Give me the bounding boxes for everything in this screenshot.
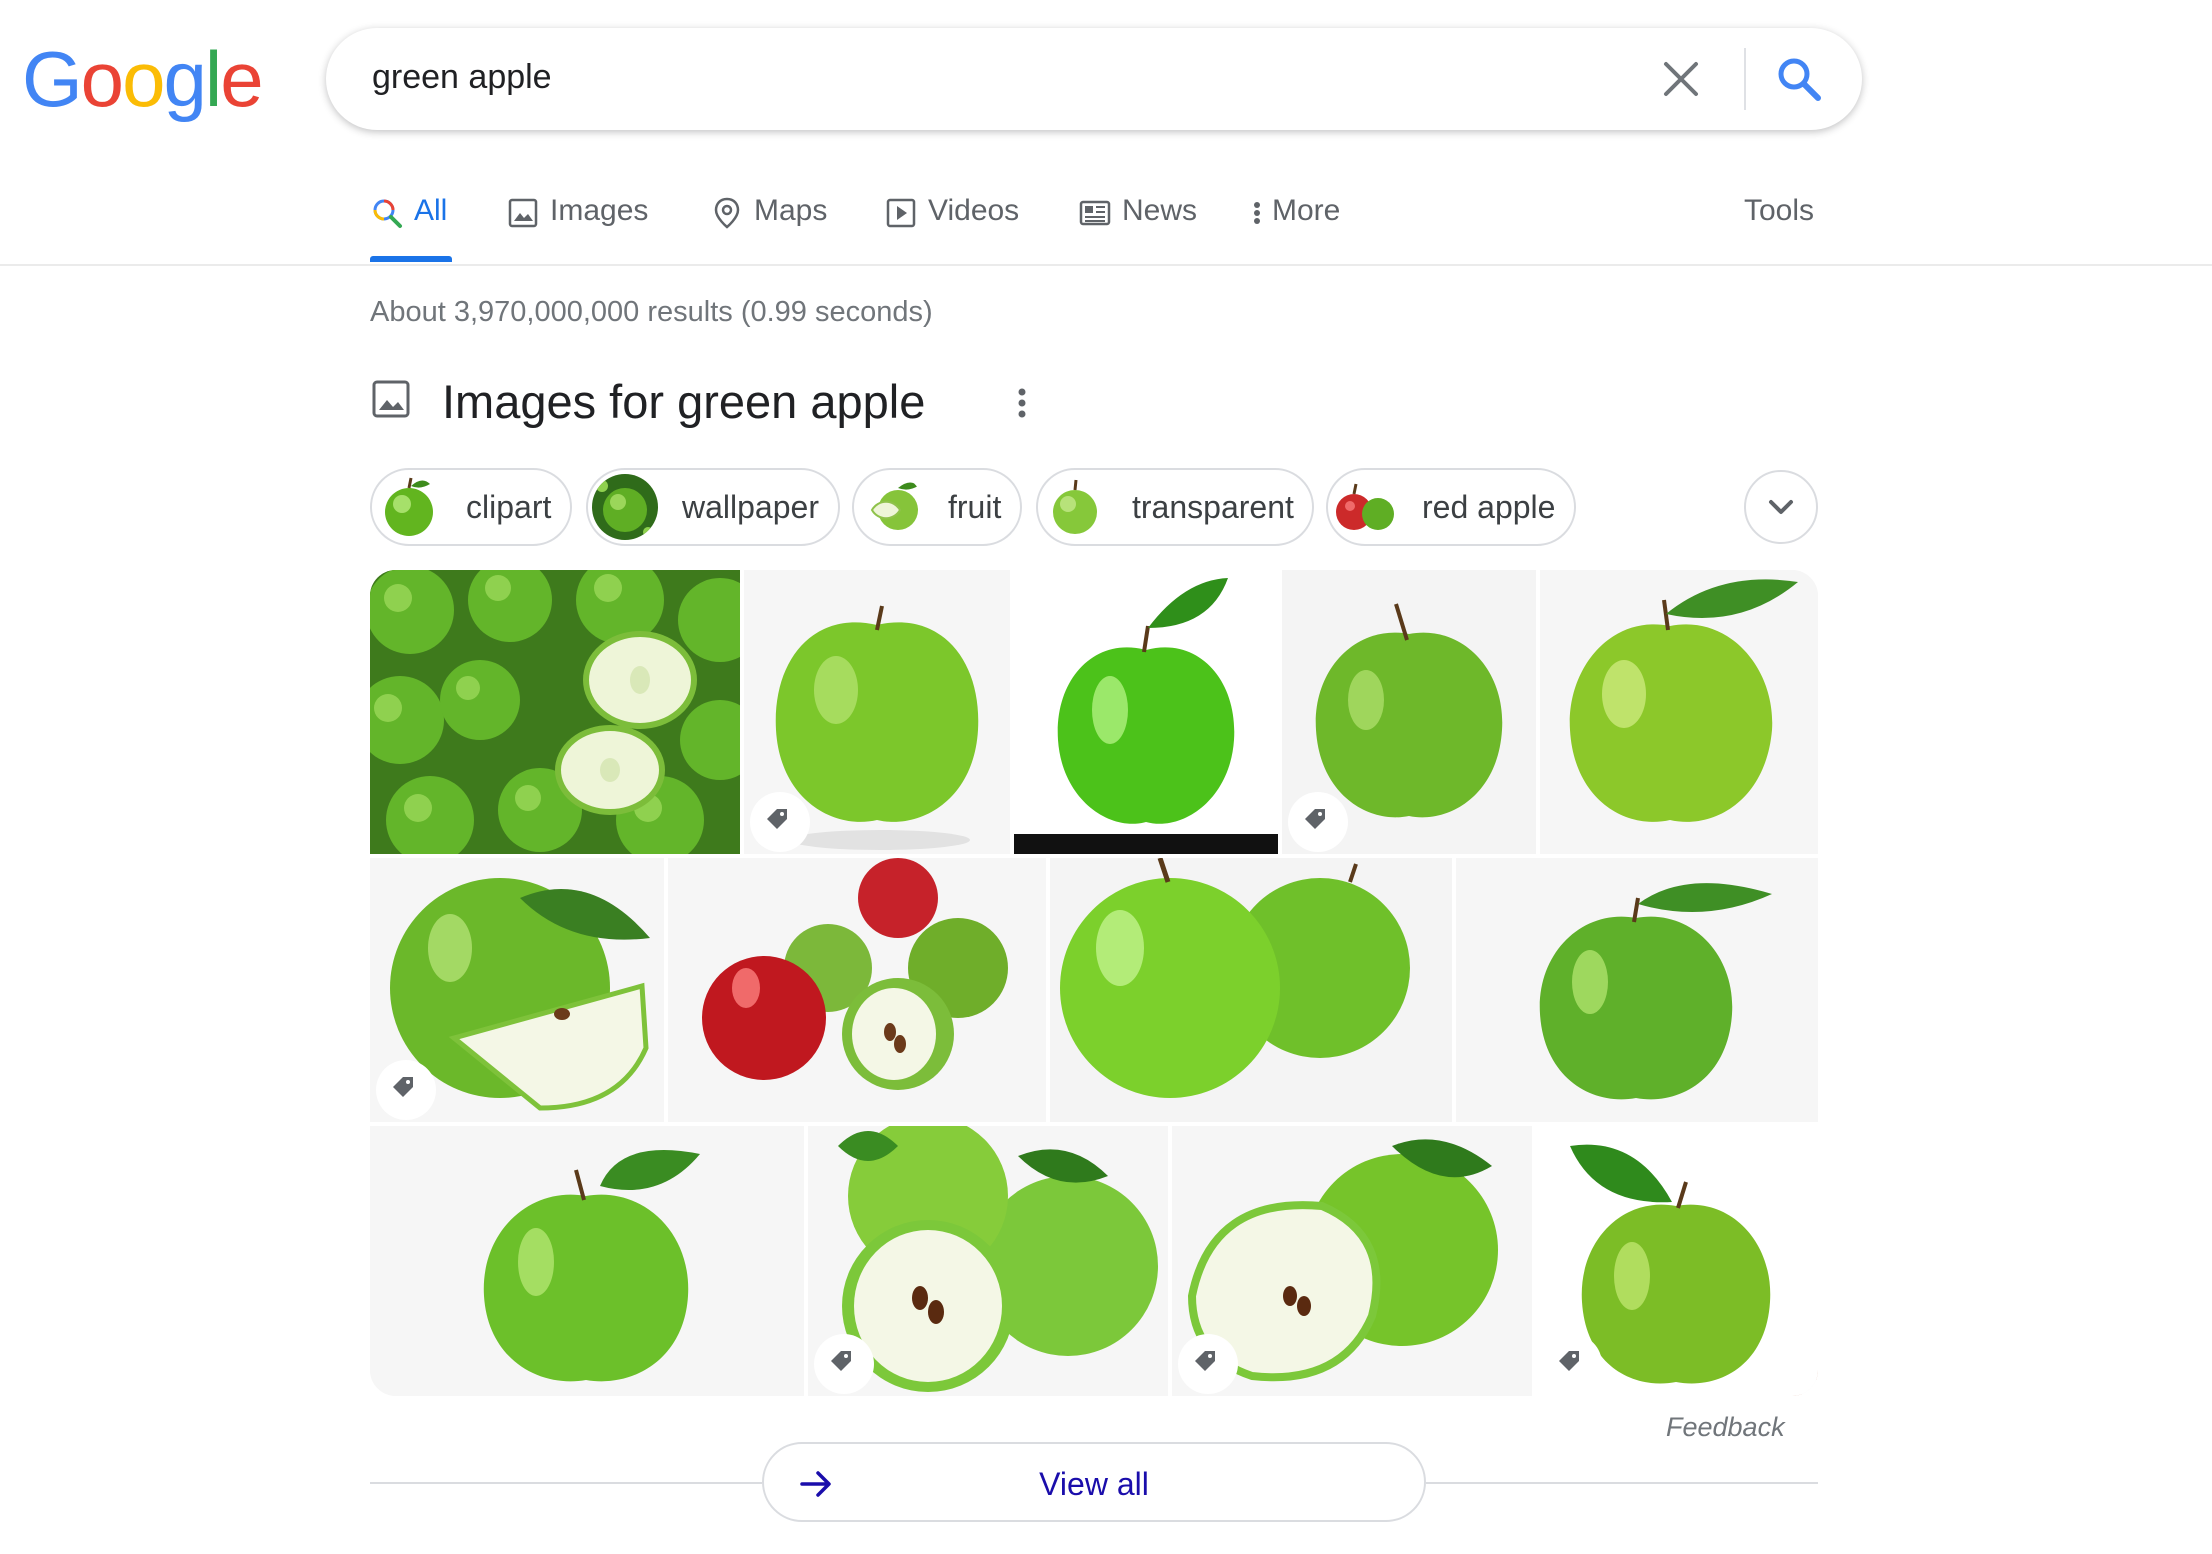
image-results-grid — [370, 570, 1818, 1396]
image-result[interactable] — [1456, 858, 1818, 1122]
chip-thumbnail — [858, 474, 924, 540]
chevron-down-icon — [1769, 500, 1793, 514]
image-result[interactable] — [668, 858, 1046, 1122]
logo-letter: l — [204, 35, 222, 123]
result-stats: About 3,970,000,000 results (0.99 second… — [370, 296, 933, 328]
map-pin-icon — [714, 197, 740, 229]
image-icon — [508, 198, 538, 228]
tab-videos[interactable]: Videos — [884, 194, 1019, 264]
chip-clipart[interactable]: clipart — [370, 468, 572, 546]
logo-letter: o — [122, 35, 165, 123]
newspaper-icon — [1079, 200, 1111, 226]
search-input[interactable]: green apple — [372, 58, 552, 97]
view-all-button[interactable]: View all — [762, 1442, 1426, 1522]
logo-letter: g — [163, 35, 206, 123]
product-tag-badge — [750, 792, 810, 852]
tag-icon — [831, 1351, 851, 1371]
image-result[interactable] — [1540, 570, 1818, 854]
image-result[interactable] — [1050, 858, 1452, 1122]
tools-button[interactable]: Tools — [1744, 194, 1814, 264]
search-icon — [1778, 58, 1821, 101]
play-icon — [886, 198, 916, 228]
tab-maps[interactable]: Maps — [710, 194, 827, 264]
product-tag-badge — [814, 1334, 874, 1394]
product-tag-badge — [1178, 1334, 1238, 1394]
feedback-link[interactable]: Feedback — [1666, 1412, 1785, 1443]
more-vert-icon — [1254, 202, 1260, 224]
image-result[interactable] — [370, 858, 664, 1122]
tag-icon — [1559, 1351, 1579, 1371]
chip-thumbnail — [376, 474, 442, 540]
tag-icon — [767, 809, 787, 829]
close-icon — [1664, 62, 1698, 96]
images-section-title: Images for green apple — [442, 375, 926, 428]
active-tab-indicator — [370, 256, 452, 262]
search-box[interactable]: green apple — [326, 28, 1862, 130]
tab-label: Maps — [754, 194, 828, 227]
chip-wallpaper[interactable]: wallpaper — [586, 468, 840, 546]
image-result[interactable] — [744, 570, 1010, 854]
chip-label: wallpaper — [682, 488, 819, 525]
divider-line — [370, 1482, 762, 1484]
chip-label: transparent — [1132, 488, 1294, 525]
view-all-label: View all — [1039, 1466, 1149, 1502]
product-tag-badge — [1288, 792, 1348, 852]
chip-thumbnail — [592, 474, 658, 540]
chip-fruit[interactable]: fruit — [852, 468, 1022, 546]
chip-label: fruit — [948, 488, 1002, 525]
product-tag-badge — [1542, 1334, 1602, 1394]
tab-images[interactable]: Images — [506, 194, 648, 264]
image-result[interactable] — [370, 1126, 804, 1396]
tools-label: Tools — [1744, 194, 1815, 227]
image-result[interactable] — [1014, 570, 1278, 854]
clear-search-button[interactable] — [1660, 58, 1702, 100]
search-divider — [1744, 48, 1746, 110]
search-button[interactable] — [1774, 54, 1824, 104]
product-tag-badge — [376, 1060, 436, 1120]
tag-icon — [393, 1077, 413, 1097]
tab-news[interactable]: News — [1078, 194, 1197, 264]
chip-thumbnail — [1042, 474, 1108, 540]
tag-icon — [1195, 1351, 1215, 1371]
expand-chips-button[interactable] — [1744, 470, 1818, 544]
google-logo[interactable]: Google — [22, 35, 264, 123]
image-result[interactable] — [1282, 570, 1536, 854]
image-result[interactable] — [1172, 1126, 1532, 1396]
search-icon — [373, 199, 402, 228]
logo-letter: o — [80, 35, 124, 123]
image-result[interactable] — [808, 1126, 1168, 1396]
tab-more[interactable]: More — [1250, 194, 1340, 264]
divider-line — [1426, 1482, 1818, 1484]
tab-label: Images — [550, 194, 649, 227]
tab-label: News — [1122, 194, 1198, 227]
tab-label: All — [414, 194, 448, 227]
image-result[interactable] — [1536, 1126, 1818, 1396]
logo-letter: e — [220, 35, 263, 123]
image-icon — [372, 380, 410, 418]
chip-red-apple[interactable]: red apple — [1326, 468, 1576, 546]
more-options-icon[interactable] — [1010, 386, 1034, 420]
tabs-divider — [0, 264, 2212, 266]
chip-label: red apple — [1422, 488, 1556, 525]
tab-all[interactable]: All — [370, 194, 452, 264]
chip-thumbnail — [1332, 474, 1398, 540]
chip-transparent[interactable]: transparent — [1036, 468, 1314, 546]
search-tabs: All Images Maps Videos News More Tools — [370, 194, 1830, 264]
chip-label: clipart — [466, 488, 552, 525]
tab-label: Videos — [928, 194, 1020, 227]
tag-icon — [1305, 809, 1325, 829]
logo-letter: G — [22, 35, 83, 123]
tab-label: More — [1272, 194, 1341, 227]
image-result[interactable] — [370, 570, 740, 854]
